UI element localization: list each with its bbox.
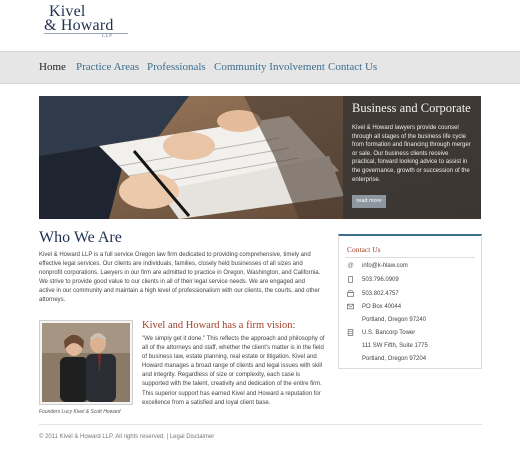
- mailbox-icon: [347, 303, 354, 310]
- fax-icon: [347, 290, 354, 297]
- legal-disclaimer-link[interactable]: Legal Disclaimer: [170, 434, 214, 440]
- email-icon: @: [347, 262, 354, 269]
- vision-text: "We simply get it done." This reflects t…: [142, 336, 325, 406]
- nav-professionals[interactable]: Professionals: [147, 61, 206, 73]
- read-more-button[interactable]: read more: [352, 195, 386, 208]
- contact-building: U.S. Bancorp Tower: [362, 330, 416, 336]
- copyright: © 2011 Kivel & Howard LLP. All rights re…: [39, 434, 165, 440]
- logo-rule: [44, 33, 128, 34]
- page-title: Who We Are: [39, 229, 122, 246]
- contact-title: Contact Us: [347, 245, 381, 254]
- nav-practice-areas[interactable]: Practice Areas: [76, 61, 139, 73]
- contact-email[interactable]: info@k-hlaw.com: [362, 262, 408, 270]
- logo-llp: LLP: [102, 34, 113, 39]
- intro-text: Kivel & Howard LLP is a full service Ore…: [39, 252, 321, 304]
- footer: © 2011 Kivel & Howard LLP. All rights re…: [39, 434, 214, 440]
- logo[interactable]: Kivel & Howard LLP: [44, 4, 128, 41]
- hero-banner: Business and Corporate Kivel & Howard la…: [39, 96, 481, 219]
- hero-title: Business and Corporate: [352, 101, 471, 115]
- contact-fax: 503.802.4757: [362, 291, 399, 297]
- phone-icon: [347, 276, 354, 283]
- footer-divider: [39, 424, 482, 425]
- logo-line-2: & Howard: [44, 17, 114, 34]
- nav-community-involvement[interactable]: Community Involvement: [214, 61, 325, 73]
- contact-pobox: PO Box 40044: [362, 304, 402, 310]
- building-icon: [347, 329, 354, 336]
- nav-contact-us[interactable]: Contact Us: [328, 61, 377, 73]
- contact-phone[interactable]: 503.796.0909: [362, 276, 399, 284]
- main-nav: Home Practice Areas Professionals Commun…: [0, 51, 520, 84]
- contact-street-city: Portland, Oregon 97204: [362, 356, 427, 362]
- contact-divider: [345, 257, 475, 258]
- photo-caption: Founders Lucy Kivel & Scott Howard: [39, 409, 121, 415]
- vision-heading: Kivel and Howard has a firm vision:: [142, 320, 296, 331]
- contact-pobox-city: Portland, Oregon 97240: [362, 317, 427, 323]
- contact-box: Contact Us @ info@k-hlaw.com 503.796.090…: [338, 234, 482, 369]
- nav-home[interactable]: Home: [39, 61, 66, 73]
- founders-photo: [39, 320, 133, 405]
- contact-street: 111 SW Fifth, Suite 1775: [362, 343, 428, 349]
- hero-text: Kivel & Howard lawyers provide counsel t…: [352, 125, 471, 183]
